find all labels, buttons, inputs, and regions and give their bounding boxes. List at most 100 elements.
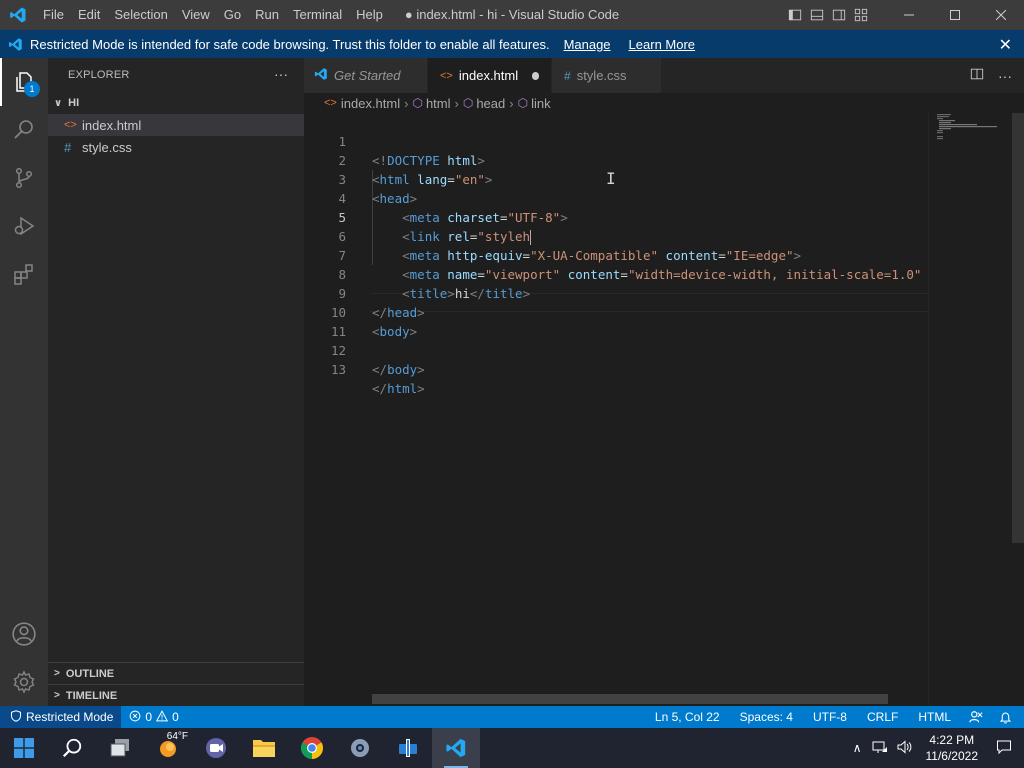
breadcrumb-item[interactable]: link <box>531 96 551 111</box>
horizontal-scrollbar[interactable] <box>372 694 888 704</box>
tab-style-css[interactable]: # style.css <box>552 58 662 93</box>
volume-icon[interactable] <box>892 739 916 758</box>
breadcrumb-item[interactable]: index.html <box>341 96 400 111</box>
notification-center-icon[interactable] <box>988 739 1024 758</box>
chevron-right-icon: > <box>54 668 60 679</box>
windows-start-icon[interactable] <box>0 728 48 768</box>
menu-selection[interactable]: Selection <box>107 0 174 30</box>
learn-more-link[interactable]: Learn More <box>629 37 695 52</box>
code-line: 13 </html> <box>304 341 928 396</box>
restricted-mode-label: Restricted Mode <box>26 710 114 724</box>
more-actions-icon[interactable]: ··· <box>998 68 1012 84</box>
css-file-icon: # <box>564 68 571 83</box>
menu-bar: File Edit Selection View Go Run Terminal… <box>36 0 390 30</box>
manage-gear-icon[interactable] <box>0 658 48 706</box>
breadcrumb-item[interactable]: head <box>476 96 505 111</box>
breadcrumb-item[interactable]: html <box>426 96 451 111</box>
weather-temperature: 64°F <box>166 731 188 742</box>
title-bar: File Edit Selection View Go Run Terminal… <box>0 0 1024 30</box>
code-editor[interactable]: I 1 <!DOCTYPE html> 2 <html lang="en"> 3… <box>304 113 928 706</box>
explorer-more-actions-icon[interactable]: ··· <box>274 66 288 82</box>
folder-hi[interactable]: ∨ HI <box>48 92 304 114</box>
scrollbar-thumb[interactable] <box>1012 113 1024 543</box>
maximize-icon[interactable] <box>932 0 978 30</box>
code-line: 2 <html lang="en"> <box>304 132 928 187</box>
toggle-primary-sidebar-icon[interactable] <box>784 0 806 30</box>
tab-label: Get Started <box>334 68 401 83</box>
vscode-logo-icon <box>0 0 36 30</box>
split-editor-icon[interactable] <box>970 67 984 84</box>
code-line: 1 <!DOCTYPE html> <box>304 113 928 168</box>
chrome-icon[interactable] <box>288 728 336 768</box>
tab-index-html[interactable]: <> index.html <box>428 58 552 93</box>
toggle-panel-icon[interactable] <box>806 0 828 30</box>
minimap[interactable] <box>928 113 1010 706</box>
search-icon[interactable] <box>0 106 48 154</box>
code-line: 12 </body> <box>304 322 928 377</box>
task-view-icon[interactable] <box>96 728 144 768</box>
html-file-icon: <> <box>324 97 337 109</box>
tab-get-started[interactable]: Get Started <box>304 58 428 93</box>
vscode-tab-icon <box>314 67 328 84</box>
file-style-css[interactable]: # style.css <box>48 136 304 158</box>
close-window-icon[interactable] <box>978 0 1024 30</box>
code-line: 11 <box>304 303 928 339</box>
vertical-scrollbar[interactable] <box>1012 113 1024 706</box>
menu-view[interactable]: View <box>175 0 217 30</box>
restricted-mode-status[interactable]: Restricted Mode <box>0 706 122 728</box>
file-explorer-icon[interactable] <box>240 728 288 768</box>
search-taskbar-icon[interactable] <box>48 728 96 768</box>
title-controls <box>784 0 1024 30</box>
editor-tabs: Get Started <> index.html # style.css ··… <box>304 58 1024 93</box>
html-file-icon: <> <box>440 69 453 82</box>
extensions-icon[interactable] <box>0 250 48 298</box>
explorer-icon[interactable]: 1 <box>0 58 48 106</box>
run-debug-icon[interactable] <box>0 202 48 250</box>
error-count: 0 <box>145 710 153 724</box>
tab-label: index.html <box>458 68 519 83</box>
menu-file[interactable]: File <box>36 0 71 30</box>
network-icon[interactable] <box>868 739 892 758</box>
banner-close-icon[interactable]: ✕ <box>999 35 1012 55</box>
file-name: index.html <box>82 117 142 133</box>
indentation-status[interactable]: Spaces: 4 <box>732 710 805 724</box>
explorer-badge: 1 <box>24 81 40 97</box>
menu-help[interactable]: Help <box>349 0 390 30</box>
file-name: style.css <box>82 139 132 155</box>
explorer-title: EXPLORER <box>68 69 130 81</box>
windows-taskbar: 64°F ∧ 4:22 PM 11/6/2022 <box>0 728 1024 768</box>
tab-label: style.css <box>576 68 627 83</box>
clock[interactable]: 4:22 PM 11/6/2022 <box>916 732 989 764</box>
language-mode-status[interactable]: HTML <box>910 710 961 724</box>
settings-app-icon[interactable] <box>336 728 384 768</box>
outline-section[interactable]: > OUTLINE <box>48 662 304 684</box>
account-icon[interactable] <box>0 610 48 658</box>
notifications-bell-icon[interactable] <box>991 711 1024 724</box>
customize-layout-icon[interactable] <box>850 0 872 30</box>
problems-status[interactable]: 0 0 <box>121 709 186 725</box>
minimize-icon[interactable] <box>886 0 932 30</box>
eol-status[interactable]: CRLF <box>859 710 910 724</box>
toggle-secondary-sidebar-icon[interactable] <box>828 0 850 30</box>
line-code: </html> <box>372 381 425 396</box>
vscode-taskbar-icon[interactable] <box>432 728 480 768</box>
encoding-status[interactable]: UTF-8 <box>805 710 859 724</box>
snipping-tool-icon[interactable] <box>384 728 432 768</box>
weather-icon[interactable]: 64°F <box>144 728 192 768</box>
show-hidden-icons-icon[interactable]: ∧ <box>847 741 868 755</box>
menu-run[interactable]: Run <box>248 0 286 30</box>
file-index-html[interactable]: <> index.html <box>48 114 304 136</box>
warning-count: 0 <box>172 710 179 724</box>
menu-go[interactable]: Go <box>217 0 248 30</box>
menu-edit[interactable]: Edit <box>71 0 107 30</box>
source-control-icon[interactable] <box>0 154 48 202</box>
restricted-mode-banner: Restricted Mode is intended for safe cod… <box>0 30 1024 58</box>
unsaved-dot-icon[interactable] <box>532 71 539 80</box>
menu-terminal[interactable]: Terminal <box>286 0 349 30</box>
timeline-section[interactable]: > TIMELINE <box>48 684 304 706</box>
feedback-icon[interactable] <box>961 710 991 724</box>
cursor-position-status[interactable]: Ln 5, Col 22 <box>647 710 732 724</box>
manage-link[interactable]: Manage <box>564 37 611 52</box>
teams-chat-icon[interactable] <box>192 728 240 768</box>
explorer-sidebar: EXPLORER ··· ∨ HI <> index.html # style.… <box>48 58 304 706</box>
